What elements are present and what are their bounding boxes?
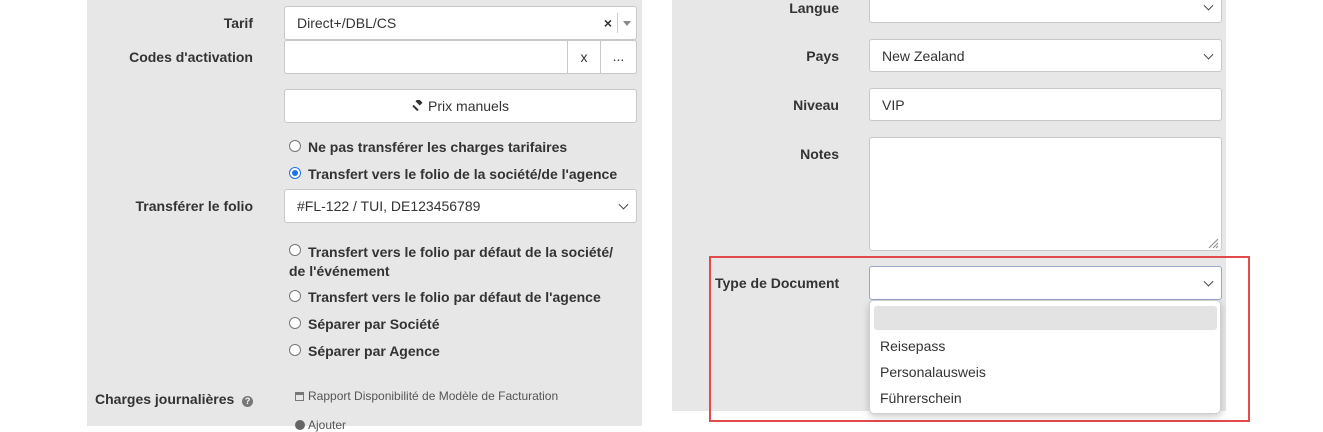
rapport-link[interactable]: Rapport Disponibilité de Modèle de Factu… xyxy=(295,389,558,403)
type-document-dropdown: Reisepass Personalausweis Führerschein xyxy=(869,300,1221,414)
codes-input[interactable] xyxy=(284,40,568,74)
prix-manuels-button[interactable]: Prix manuels xyxy=(284,89,637,123)
charges-label-text: Charges journalières xyxy=(95,391,235,407)
codes-label: Codes d'activation xyxy=(129,49,253,65)
ajouter-link[interactable]: Ajouter xyxy=(295,418,346,432)
dropdown-option-reisepass[interactable]: Reisepass xyxy=(880,338,945,354)
resize-handle-icon[interactable] xyxy=(1207,236,1219,249)
radio-circle[interactable] xyxy=(289,344,301,356)
chevron-down-icon xyxy=(1203,49,1214,60)
type-document-label: Type de Document xyxy=(715,275,840,291)
pays-select[interactable]: New Zealand xyxy=(869,39,1222,72)
ajouter-text: Ajouter xyxy=(308,418,347,432)
help-icon[interactable]: ? xyxy=(242,396,254,407)
clear-icon[interactable]: × xyxy=(604,15,612,31)
radio-default-event[interactable]: Transfert vers le folio par défaut de la… xyxy=(289,242,613,263)
chevron-down-icon xyxy=(1203,276,1214,287)
notes-textarea[interactable] xyxy=(869,137,1222,251)
radio-circle[interactable] xyxy=(289,140,301,152)
charges-label: Charges journalières ? xyxy=(95,391,254,407)
langue-label: Langue xyxy=(789,0,839,16)
radio-label: Séparer par Société xyxy=(308,316,440,332)
type-document-select[interactable] xyxy=(869,266,1222,300)
chevron-down-icon xyxy=(618,199,629,210)
chevron-down-icon xyxy=(1203,0,1214,11)
pays-label: Pays xyxy=(806,48,839,64)
dropdown-option-empty[interactable] xyxy=(874,306,1217,330)
tarif-value: Direct+/DBL/CS xyxy=(297,15,397,31)
radio-label: Transfert vers le folio de la société/de… xyxy=(308,166,618,182)
transferer-select[interactable]: #FL-122 / TUI, DE123456789 xyxy=(284,189,637,223)
radio-circle[interactable] xyxy=(289,244,301,256)
radio-circle[interactable] xyxy=(289,290,301,302)
rapport-link-text: Rapport Disponibilité de Modèle de Factu… xyxy=(308,389,559,403)
notes-label: Notes xyxy=(800,146,839,162)
calendar-icon xyxy=(295,392,304,401)
tarif-select[interactable]: Direct+/DBL/CS × xyxy=(284,6,637,40)
transferer-value: #FL-122 / TUI, DE123456789 xyxy=(297,198,481,214)
radio-label-line1: Transfert vers le folio par défaut de la… xyxy=(308,244,613,260)
langue-select[interactable] xyxy=(869,0,1222,23)
dropdown-option-fuhrerschein[interactable]: Führerschein xyxy=(880,390,962,406)
radio-label: Séparer par Agence xyxy=(308,343,440,359)
plus-circle-icon xyxy=(295,420,305,430)
pays-value: New Zealand xyxy=(882,47,965,64)
radio-circle-checked[interactable] xyxy=(289,167,301,179)
niveau-label: Niveau xyxy=(793,97,839,113)
codes-clear-button[interactable]: x xyxy=(567,40,601,74)
gavel-icon xyxy=(412,91,424,112)
caret-down-icon xyxy=(623,21,631,26)
niveau-value: VIP xyxy=(882,96,905,113)
tarif-label: Tarif xyxy=(223,15,253,31)
radio-label: Ne pas transférer les charges tarifaires xyxy=(308,139,568,155)
codes-more-button[interactable]: ... xyxy=(600,40,637,74)
transferer-label: Transférer le folio xyxy=(135,198,253,214)
dropdown-option-personalausweis[interactable]: Personalausweis xyxy=(880,364,986,380)
radio-label-line2: de l'événement xyxy=(289,263,390,279)
radio-circle[interactable] xyxy=(289,317,301,329)
select-divider xyxy=(617,13,618,33)
niveau-input[interactable]: VIP xyxy=(869,88,1222,121)
radio-label: Transfert vers le folio par défaut de l'… xyxy=(308,289,601,305)
prix-manuels-label: Prix manuels xyxy=(428,98,509,114)
